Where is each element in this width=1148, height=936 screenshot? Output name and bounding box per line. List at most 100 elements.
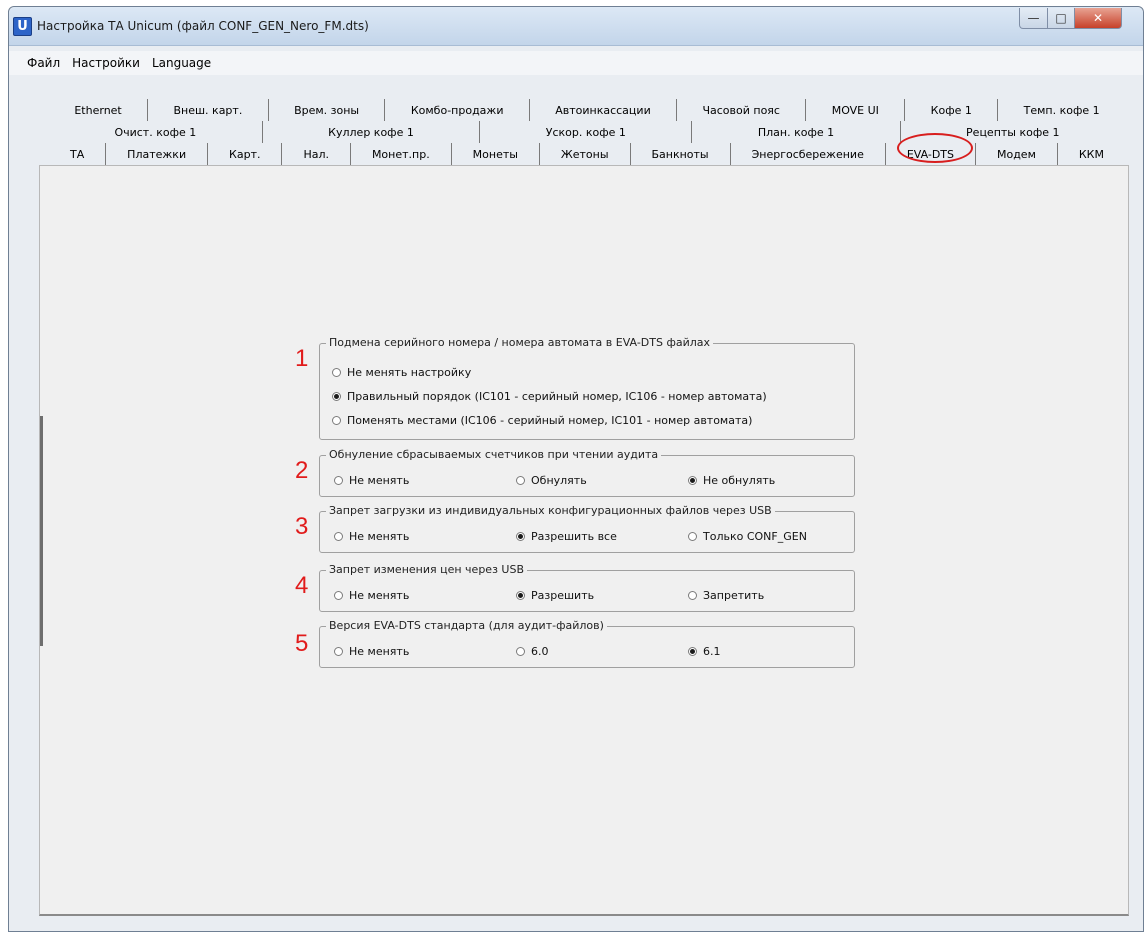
radio-indicator <box>332 368 341 377</box>
radio-option[interactable]: Не менять <box>334 474 409 487</box>
tab-coffee-recipes-1[interactable]: Рецепты кофе 1 <box>901 121 1125 143</box>
group-title: Подмена серийного номера / номера автома… <box>326 336 714 349</box>
menu-settings[interactable]: Настройки <box>72 56 140 70</box>
annotation-number-1: 1 <box>295 345 309 372</box>
radio-indicator <box>516 532 525 541</box>
radio-label: Не менять <box>349 645 410 658</box>
tab-cash[interactable]: Нал. <box>282 143 351 165</box>
tab-coin-acceptor[interactable]: Монет.пр. <box>351 143 452 165</box>
group-serial-swap: Подмена серийного номера / номера автома… <box>319 336 855 440</box>
tab-combo-sales[interactable]: Комбо-продажи <box>385 99 530 121</box>
radio-label: Разрешить все <box>531 530 617 543</box>
radio-label: Только CONF_GEN <box>703 530 807 543</box>
radio-indicator <box>332 416 341 425</box>
tab-energy-saving[interactable]: Энергосбережение <box>731 143 886 165</box>
tab-row-2: Очист. кофе 1 Куллер кофе 1 Ускор. кофе … <box>49 121 1125 143</box>
radio-indicator <box>516 647 525 656</box>
maximize-button[interactable]: □ <box>1047 8 1075 29</box>
radio-indicator <box>334 532 343 541</box>
radio-indicator <box>516 591 525 600</box>
radio-label: Не менять <box>349 530 410 543</box>
radio-indicator <box>688 476 697 485</box>
radio-label: Не обнулять <box>703 474 776 487</box>
radio-indicator <box>688 647 697 656</box>
unicum-app-icon: U <box>13 17 32 36</box>
group-title: Обнуление сбрасываемых счетчиков при чте… <box>326 448 662 461</box>
tab-tokens[interactable]: Жетоны <box>540 143 631 165</box>
radio-label: Разрешить <box>531 589 595 602</box>
tab-payments[interactable]: Платежки <box>106 143 209 165</box>
annotation-number-2: 2 <box>295 457 309 484</box>
radio-indicator <box>688 532 697 541</box>
radio-label: 6.0 <box>531 645 549 658</box>
tab-ethernet[interactable]: Ethernet <box>49 99 149 121</box>
radio-option[interactable]: Разрешить <box>516 589 594 602</box>
tab-auto-collection[interactable]: Автоинкассации <box>530 99 678 121</box>
radio-indicator <box>334 591 343 600</box>
tab-coins[interactable]: Монеты <box>452 143 540 165</box>
tab-move-ui[interactable]: MOVE UI <box>806 99 906 121</box>
radio-label: Поменять местами (IC106 - серийный номер… <box>347 414 753 427</box>
menu-language[interactable]: Language <box>152 56 211 70</box>
menu-file[interactable]: Файл <box>27 56 60 70</box>
radio-indicator <box>334 647 343 656</box>
annotation-number-4: 4 <box>295 572 309 599</box>
radio-option[interactable]: Не менять <box>334 645 409 658</box>
tab-ta[interactable]: ТА <box>49 143 107 165</box>
radio-label: Не менять настройку <box>347 366 472 379</box>
radio-option[interactable]: Только CONF_GEN <box>688 530 807 543</box>
tab-time-zone[interactable]: Часовой пояс <box>677 99 807 121</box>
minimize-button[interactable]: — <box>1019 8 1048 29</box>
group-title: Запрет загрузки из индивидуальных конфиг… <box>326 504 775 517</box>
radio-indicator <box>688 591 697 600</box>
tab-coffee-clean-1[interactable]: Очист. кофе 1 <box>49 121 263 143</box>
menu-bar: Файл Настройки Language <box>9 51 1143 75</box>
radio-indicator <box>332 392 341 401</box>
app-window: U Настройка ТА Unicum (файл CONF_GEN_Ner… <box>8 6 1144 932</box>
radio-option[interactable]: Поменять местами (IC106 - серийный номер… <box>332 414 752 427</box>
tab-coffee-plan-1[interactable]: План. кофе 1 <box>692 121 901 143</box>
radio-option[interactable]: Не обнулять <box>688 474 775 487</box>
annotation-number-5: 5 <box>295 630 309 657</box>
tab-coffee-1[interactable]: Кофе 1 <box>905 99 999 121</box>
radio-option[interactable]: 6.1 <box>688 645 721 658</box>
radio-label: Не менять <box>349 589 410 602</box>
radio-label: 6.1 <box>703 645 721 658</box>
tab-eva-dts[interactable]: EVA-DTS <box>886 143 976 165</box>
radio-option[interactable]: Не менять настройку <box>332 366 471 379</box>
radio-option[interactable]: Не менять <box>334 589 409 602</box>
radio-label: Обнулять <box>531 474 587 487</box>
group-counter-reset: Обнуление сбрасываемых счетчиков при чте… <box>319 448 855 497</box>
tab-ext-cards[interactable]: Внеш. карт. <box>148 99 269 121</box>
tab-row-3: ТА Платежки Карт. Нал. Монет.пр. Монеты … <box>49 143 1125 165</box>
radio-option[interactable]: Разрешить все <box>516 530 617 543</box>
radio-label: Не менять <box>349 474 410 487</box>
group-title: Версия EVA-DTS стандарта (для аудит-файл… <box>326 619 607 632</box>
tab-time-zones[interactable]: Врем. зоны <box>269 99 386 121</box>
tab-coffee-accel-1[interactable]: Ускор. кофе 1 <box>480 121 693 143</box>
close-button[interactable]: ✕ <box>1074 8 1122 29</box>
group-usb-price-change: Запрет изменения цен через USB Не менять… <box>319 563 855 612</box>
group-eva-dts-version: Версия EVA-DTS стандарта (для аудит-файл… <box>319 619 855 668</box>
radio-option[interactable]: Правильный порядок (IC101 - серийный ном… <box>332 390 767 403</box>
radio-indicator <box>334 476 343 485</box>
title-bar[interactable]: U Настройка ТА Unicum (файл CONF_GEN_Ner… <box>9 7 1143 46</box>
radio-indicator <box>516 476 525 485</box>
radio-label: Запретить <box>703 589 765 602</box>
tab-coffee-cooler-1[interactable]: Куллер кофе 1 <box>263 121 481 143</box>
radio-option[interactable]: Запретить <box>688 589 764 602</box>
panel-edge-accent <box>40 416 43 646</box>
tab-kkm[interactable]: ККМ <box>1058 143 1125 165</box>
radio-option[interactable]: Обнулять <box>516 474 587 487</box>
tab-banknotes[interactable]: Банкноты <box>631 143 731 165</box>
radio-option[interactable]: Не менять <box>334 530 409 543</box>
window-title: Настройка ТА Unicum (файл CONF_GEN_Nero_… <box>37 19 369 33</box>
group-usb-config-load: Запрет загрузки из индивидуальных конфиг… <box>319 504 855 553</box>
radio-option[interactable]: 6.0 <box>516 645 549 658</box>
tab-modem[interactable]: Модем <box>976 143 1058 165</box>
group-title: Запрет изменения цен через USB <box>326 563 528 576</box>
tab-cards[interactable]: Карт. <box>208 143 283 165</box>
tab-row-1: Ethernet Внеш. карт. Врем. зоны Комбо-пр… <box>49 99 1125 121</box>
radio-label: Правильный порядок (IC101 - серийный ном… <box>347 390 767 403</box>
tab-coffee-temp-1[interactable]: Темп. кофе 1 <box>998 99 1125 121</box>
